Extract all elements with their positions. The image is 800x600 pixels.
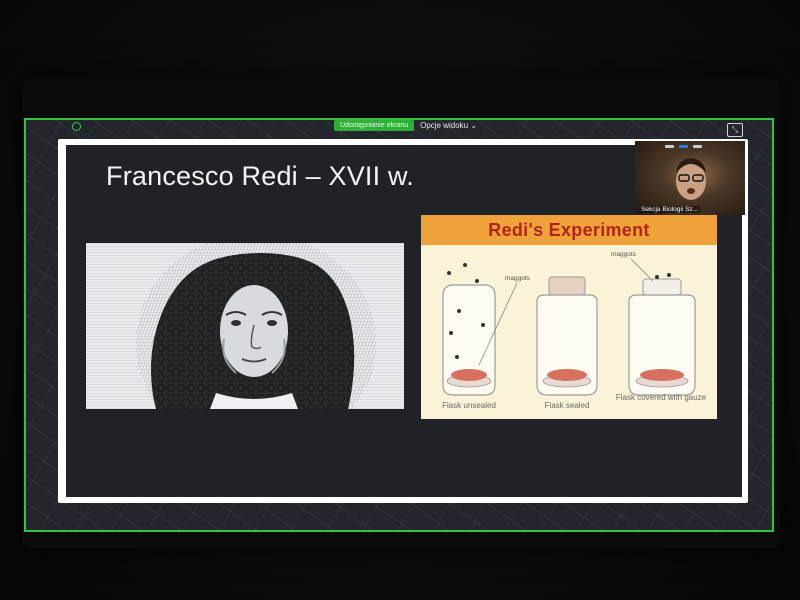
maggots-label-jar-3: maggots xyxy=(611,251,636,258)
slide-title: Francesco Redi – XVII w. xyxy=(106,161,414,191)
caption-flask-gauze: Flask covered with gauze xyxy=(615,393,707,402)
portrait-engraving xyxy=(136,243,376,409)
view-options-menu[interactable]: Opcje widoku ⌄ xyxy=(420,121,477,130)
exit-fullscreen-icon[interactable]: ⤡ xyxy=(727,123,743,137)
jar-gauze xyxy=(628,258,696,396)
participant-name: Sekcja Biologii Sz... xyxy=(639,206,701,213)
jar-sealed xyxy=(536,276,598,396)
screen-share-toolbar: Udostępnianie ekranu Opcje widoku ⌄ xyxy=(334,118,477,132)
redi-experiment-image: Redi's Experiment maggots maggots Flask … xyxy=(421,215,717,419)
jars-illustration xyxy=(442,258,696,396)
redi-portrait-image xyxy=(86,243,404,409)
screen-sharing-indicator[interactable]: Udostępnianie ekranu xyxy=(334,119,415,131)
participant-avatar xyxy=(663,158,719,215)
participant-video-tile[interactable]: Sekcja Biologii Sz... xyxy=(635,141,745,215)
jar-unsealed xyxy=(442,263,518,396)
caption-flask-unsealed: Flask unsealed xyxy=(442,401,496,410)
share-status-icon xyxy=(72,122,81,131)
maggots-label-jar-1: maggots xyxy=(505,275,530,282)
caption-flask-sealed: Flask sealed xyxy=(544,401,590,410)
